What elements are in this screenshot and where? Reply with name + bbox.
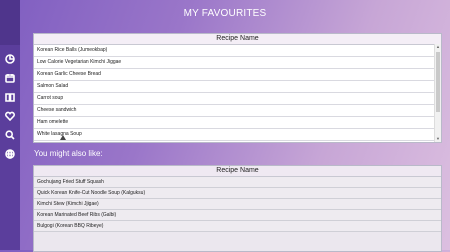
suggestions-table: Recipe Name Gochujang Fried Stuff Squash… [33,165,442,252]
sidebar [0,0,20,250]
column-header-recipe-name[interactable]: Recipe Name [34,166,441,177]
pie-chart-icon[interactable] [3,52,17,66]
scroll-down-arrow-icon[interactable]: ▼ [435,136,441,142]
favourites-table: Recipe Name Korean Rice Balls (Jumeokbap… [33,33,442,143]
sidebar-top [0,0,20,45]
table-row[interactable]: Cheese sandwich [34,105,441,117]
table-row[interactable]: Kimchi Stew (Kimchi Jjigae) [34,199,441,210]
suggestions-rows: Gochujang Fried Stuff Squash Quick Korea… [34,177,441,232]
vertical-scrollbar[interactable]: ▲ ▼ [434,44,441,142]
table-row[interactable]: Gochujang Fried Stuff Squash [34,177,441,188]
favourites-rows: Korean Rice Balls (Jumeokbap) Low Calori… [34,45,441,141]
table-row[interactable]: Korean Garlic Cheese Bread [34,69,441,81]
table-row[interactable]: Quick Korean Knife-Cut Noodle Soup (Kalg… [34,188,441,199]
table-row[interactable]: Ham omelette [34,117,441,129]
book-icon[interactable] [3,90,17,104]
scrollbar-thumb[interactable] [436,52,440,112]
table-row[interactable]: White lasagna Soup [34,129,441,141]
table-row[interactable]: Carrot soup [34,93,441,105]
mouse-cursor-icon [60,135,66,140]
table-row[interactable]: Bulgogi (Korean BBQ Ribeye) [34,221,441,232]
scroll-up-arrow-icon[interactable]: ▲ [435,44,441,50]
table-row[interactable]: Low Calorie Vegetarian Kimchi Jiggae [34,57,441,69]
globe-icon[interactable] [3,147,17,161]
column-header-recipe-name[interactable]: Recipe Name [34,34,441,45]
heart-icon[interactable] [3,109,17,123]
table-row[interactable]: Korean Rice Balls (Jumeokbap) [34,45,441,57]
page-title: MY FAVOURITES [183,8,267,19]
suggestions-heading: You might also like: [34,149,103,158]
calendar-icon[interactable] [3,71,17,85]
search-icon[interactable] [3,128,17,142]
table-row[interactable]: Korean Marinated Beef Ribs (Galbi) [34,210,441,221]
table-row[interactable]: Salmon Salad [34,81,441,93]
